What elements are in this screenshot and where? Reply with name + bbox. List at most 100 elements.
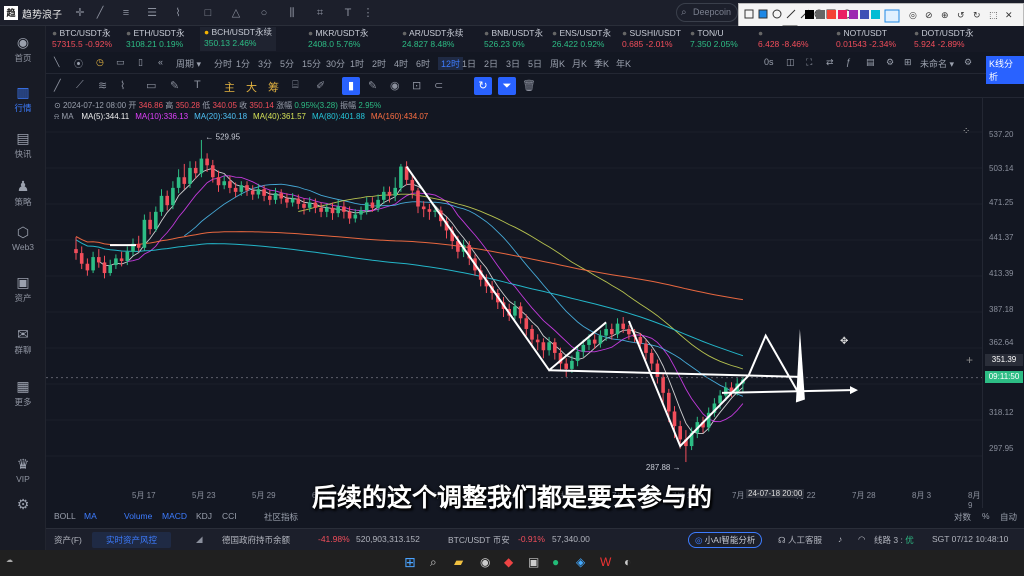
split-icon[interactable]: ▯ [138,57,143,68]
ticker-6[interactable]: ● ENS/USDT永 26.422 0.92% [552,28,611,50]
risk-control-button[interactable]: 实时资产风控 [92,532,172,548]
gear-icon[interactable]: ⚙ [964,57,972,68]
candlestick-chart[interactable]: ← 529.95 287.88 → ⁘ ✥ + [46,120,982,486]
ellipse-icon[interactable]: ○ [256,5,272,21]
ai-analysis-button[interactable]: ◎ 小AI智能分析 [688,532,763,548]
search-input[interactable]: ⌕ Deepcoin [676,3,738,22]
customer-service-button[interactable]: ☊ 人工客服 [778,534,822,546]
horizontal-lines-icon[interactable]: ☰ [144,5,160,21]
indicator-icon[interactable]: ƒ [846,57,851,67]
edit-icon[interactable]: ✎ [368,79,377,92]
pen-icon[interactable]: ✐ [316,79,325,92]
timeframe-2[interactable]: 3分 [258,57,272,70]
timeframe-3[interactable]: 5分 [280,57,294,70]
expand-icon[interactable]: ⊙ [54,101,61,110]
app-icon-7[interactable]: ◐ [624,555,631,569]
timeframe-12[interactable]: 2日 [484,57,498,70]
timeframe-18[interactable]: 年K [616,57,631,70]
draw-path-icon[interactable]: ⌇ [120,79,125,92]
trash-icon[interactable]: 🗑 [522,79,536,92]
timeframe-8[interactable]: 4时 [394,57,408,70]
ticker-0[interactable]: ● BTC/USDT永 57315.5 -0.92% [52,28,112,50]
fullscreen-icon[interactable]: ⛶ [806,57,812,68]
ticker-2[interactable]: ● BCH/USDT永续 350.13 2.46% [200,27,276,51]
asset-label[interactable]: 资产(F) [54,534,82,546]
text-icon[interactable]: T [340,5,356,21]
timeframe-9[interactable]: 6时 [416,57,430,70]
compass-icon[interactable]: ⦿ [74,57,83,70]
cycle-select[interactable]: 周期 ▾ [176,57,201,70]
time-icon[interactable]: ◷ [96,57,104,68]
ticker-8[interactable]: ● TON/U 7.350 2.05% [690,28,738,50]
ticker-4[interactable]: ● AR/USDT永续 24.827 8.48% [402,28,463,50]
sync-icon[interactable]: ↻ [474,77,492,95]
windows-start-icon[interactable]: ⊞ [404,554,416,571]
draw-rect-icon[interactable]: ▭ [146,79,156,92]
draw-channel-icon[interactable]: ≋ [98,79,107,92]
ticker-10[interactable]: ● NOT/USDT 0.01543 -2.34% [836,28,896,50]
layout-icon[interactable]: ⊞ [904,57,912,68]
sidebar-item-5[interactable]: ▣ 资产 [0,274,46,304]
rectangle-icon[interactable]: □ [200,5,216,21]
draw-line-icon[interactable]: ╱ [54,79,61,92]
ticker-1[interactable]: ● ETH/USDT永 3108.21 0.19% [126,28,185,50]
parallel-lines-icon[interactable]: ≡ [118,5,134,21]
filter-icon[interactable]: ⏷ [498,77,516,95]
timeframe-15[interactable]: 周K [550,57,565,70]
timeframe-0[interactable]: 分时 [214,57,232,70]
sidebar-item-3[interactable]: ♟ 策略 [0,178,46,208]
sidebar-item-7[interactable]: ▦ 更多 [0,378,46,408]
eye-icon[interactable]: ◉ [390,79,400,92]
timeframe-14[interactable]: 5日 [528,57,542,70]
timeframe-13[interactable]: 3日 [506,57,520,70]
timeframe-4[interactable]: 15分 [302,57,321,70]
timeframe-10[interactable]: 12时 [438,57,464,70]
big-toggle[interactable]: 大 [246,79,257,95]
ticker-7[interactable]: ● SUSHI/USDT 0.685 -2.01% [622,28,681,50]
ticker-11[interactable]: ● DOT/USDT永 5.924 -2.89% [914,28,973,50]
timeframe-6[interactable]: 1时 [350,57,364,70]
bookmark-icon[interactable]: ▮ [342,77,360,95]
crosshair-icon[interactable]: ✛ [72,5,88,21]
taskbar-search-icon[interactable]: ⌕ [430,555,437,570]
app-icon-6[interactable]: W [600,555,611,569]
timeframe-17[interactable]: 季K [594,57,609,70]
timeframe-5[interactable]: 30分 [326,57,345,70]
ticker-3[interactable]: ● MKR/USDT永 2408.0 5.76% [308,28,368,50]
sidebar-item-6[interactable]: ✉ 群聊 [0,326,46,356]
unnamed-layout[interactable]: 未命名 ▾ [920,57,954,70]
trend-line-icon[interactable]: ╱ [92,5,108,21]
app-icon-2[interactable]: ◆ [504,555,513,569]
sidebar-item-2[interactable]: ▤ 快讯 [0,130,46,160]
draw-ray-icon[interactable]: ⟋ [76,79,84,92]
lock-icon[interactable]: ⊡ [412,79,421,92]
timeframe-16[interactable]: 月K [572,57,587,70]
magnet-icon[interactable]: ⊂ [434,79,443,92]
line-status[interactable]: 线路 3 : 优 [874,534,914,546]
bars-icon[interactable]: ⫼ [284,5,300,21]
main-chart-toggle[interactable]: 主 [224,79,235,95]
calendar-icon[interactable]: ▭ [116,57,125,68]
sidebar-item-4[interactable]: ⬡ Web3 [0,224,46,252]
draw-text-icon[interactable]: T [194,79,201,91]
timeframe-11[interactable]: 1日 [462,57,476,70]
ticker-9[interactable]: ● 6.428 -8.46% [758,28,809,50]
timeframe-1[interactable]: 1分 [236,57,250,70]
camera-icon[interactable]: ◫ [786,57,795,68]
app-icon-4[interactable]: ● [552,555,559,569]
more-tools-icon[interactable]: ⋮ [360,5,376,21]
sidebar-item-0[interactable]: ◉ 首页 [0,34,46,64]
sidebar-item-1[interactable]: ▥ 行情 [0,84,46,114]
app-icon-5[interactable]: ◈ [576,555,585,569]
ticker-5[interactable]: ● BNB/USDT永 526.23 0% [484,28,543,50]
rewind-icon[interactable]: « [158,57,163,67]
expand-chart-icon[interactable]: ⁘ [962,126,970,137]
timeframe-7[interactable]: 2时 [372,57,386,70]
app-icon-1[interactable]: ◉ [480,555,490,569]
bell-icon[interactable]: ♪ [838,534,842,544]
draw-brush-icon[interactable]: ✎ [170,79,179,92]
ruler-icon[interactable]: ⌸ [292,79,299,92]
folder-icon[interactable]: ▰ [454,555,463,569]
measure-icon[interactable]: ⌗ [312,5,328,21]
chip-toggle[interactable]: 筹 [268,79,279,95]
